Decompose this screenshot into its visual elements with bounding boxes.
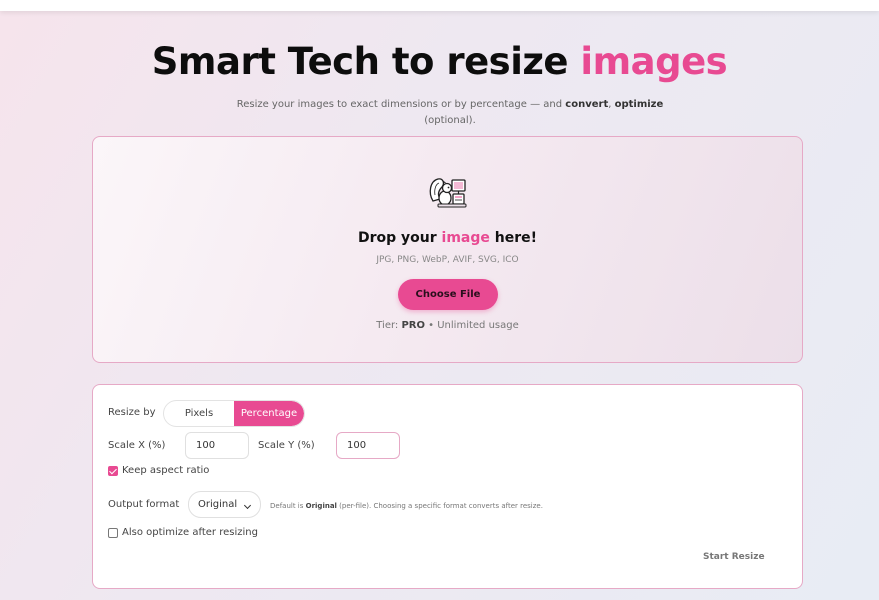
tier-usage: • Unlimited usage [424, 320, 519, 331]
resize-mode-percentage[interactable]: Percentage [234, 401, 304, 426]
scale-x-input[interactable] [185, 432, 249, 459]
subtitle-optional: (optional). [424, 115, 476, 126]
choose-file-button[interactable]: Choose File [398, 279, 498, 310]
resize-settings-panel: Resize by Pixels Percentage Scale X (%) … [92, 384, 803, 589]
subtitle-convert: convert [565, 99, 609, 110]
image-dropzone[interactable]: Drop your image here! JPG, PNG, WebP, AV… [92, 136, 803, 363]
output-format-hint: Default is Original (per-file). Choosing… [270, 502, 543, 510]
resize-mode-pixels[interactable]: Pixels [164, 401, 234, 426]
optimize-label: Also optimize after resizing [122, 527, 258, 538]
tier-status: Tier: PRO • Unlimited usage [93, 320, 802, 331]
format-hint-bold: Original [305, 502, 337, 510]
output-format-value: Original [198, 499, 238, 510]
squirrel-mascot-icon [429, 178, 467, 208]
dropzone-title-pre: Drop your [357, 230, 442, 246]
resize-by-label: Resize by [108, 407, 156, 418]
dropzone-title: Drop your image here! [93, 230, 802, 246]
resize-mode-toggle: Pixels Percentage [163, 400, 305, 427]
page-subtitle: Resize your images to exact dimensions o… [210, 97, 690, 129]
output-format-select[interactable]: Original [188, 491, 261, 518]
dropzone-title-post: here! [489, 230, 537, 246]
optimize-checkbox[interactable] [108, 528, 118, 538]
format-hint-pre: Default is [270, 502, 306, 510]
page-title-accent: images [580, 40, 728, 83]
format-hint-post: (per-file). Choosing a specific format c… [336, 502, 543, 510]
chevron-down-icon [243, 501, 252, 510]
tier-value: PRO [401, 320, 425, 331]
keep-aspect-checkbox[interactable] [108, 466, 118, 476]
supported-formats: JPG, PNG, WebP, AVIF, SVG, ICO [376, 255, 519, 265]
scale-y-label: Scale Y (%) [258, 440, 315, 451]
scale-x-label: Scale X (%) [108, 440, 166, 451]
page-title: Smart Tech to resize images [0, 40, 879, 83]
tier-label: Tier: [376, 320, 402, 331]
scale-y-input[interactable] [336, 432, 400, 459]
start-resize-button[interactable]: Start Resize [703, 552, 765, 562]
subtitle-optimize: optimize [614, 99, 664, 110]
output-format-label: Output format [108, 499, 180, 510]
dropzone-title-accent: image [441, 230, 490, 246]
keep-aspect-label: Keep aspect ratio [122, 465, 210, 476]
page-title-main: Smart Tech to resize [151, 40, 581, 83]
top-bar [0, 0, 879, 11]
subtitle-text: Resize your images to exact dimensions o… [236, 99, 566, 110]
